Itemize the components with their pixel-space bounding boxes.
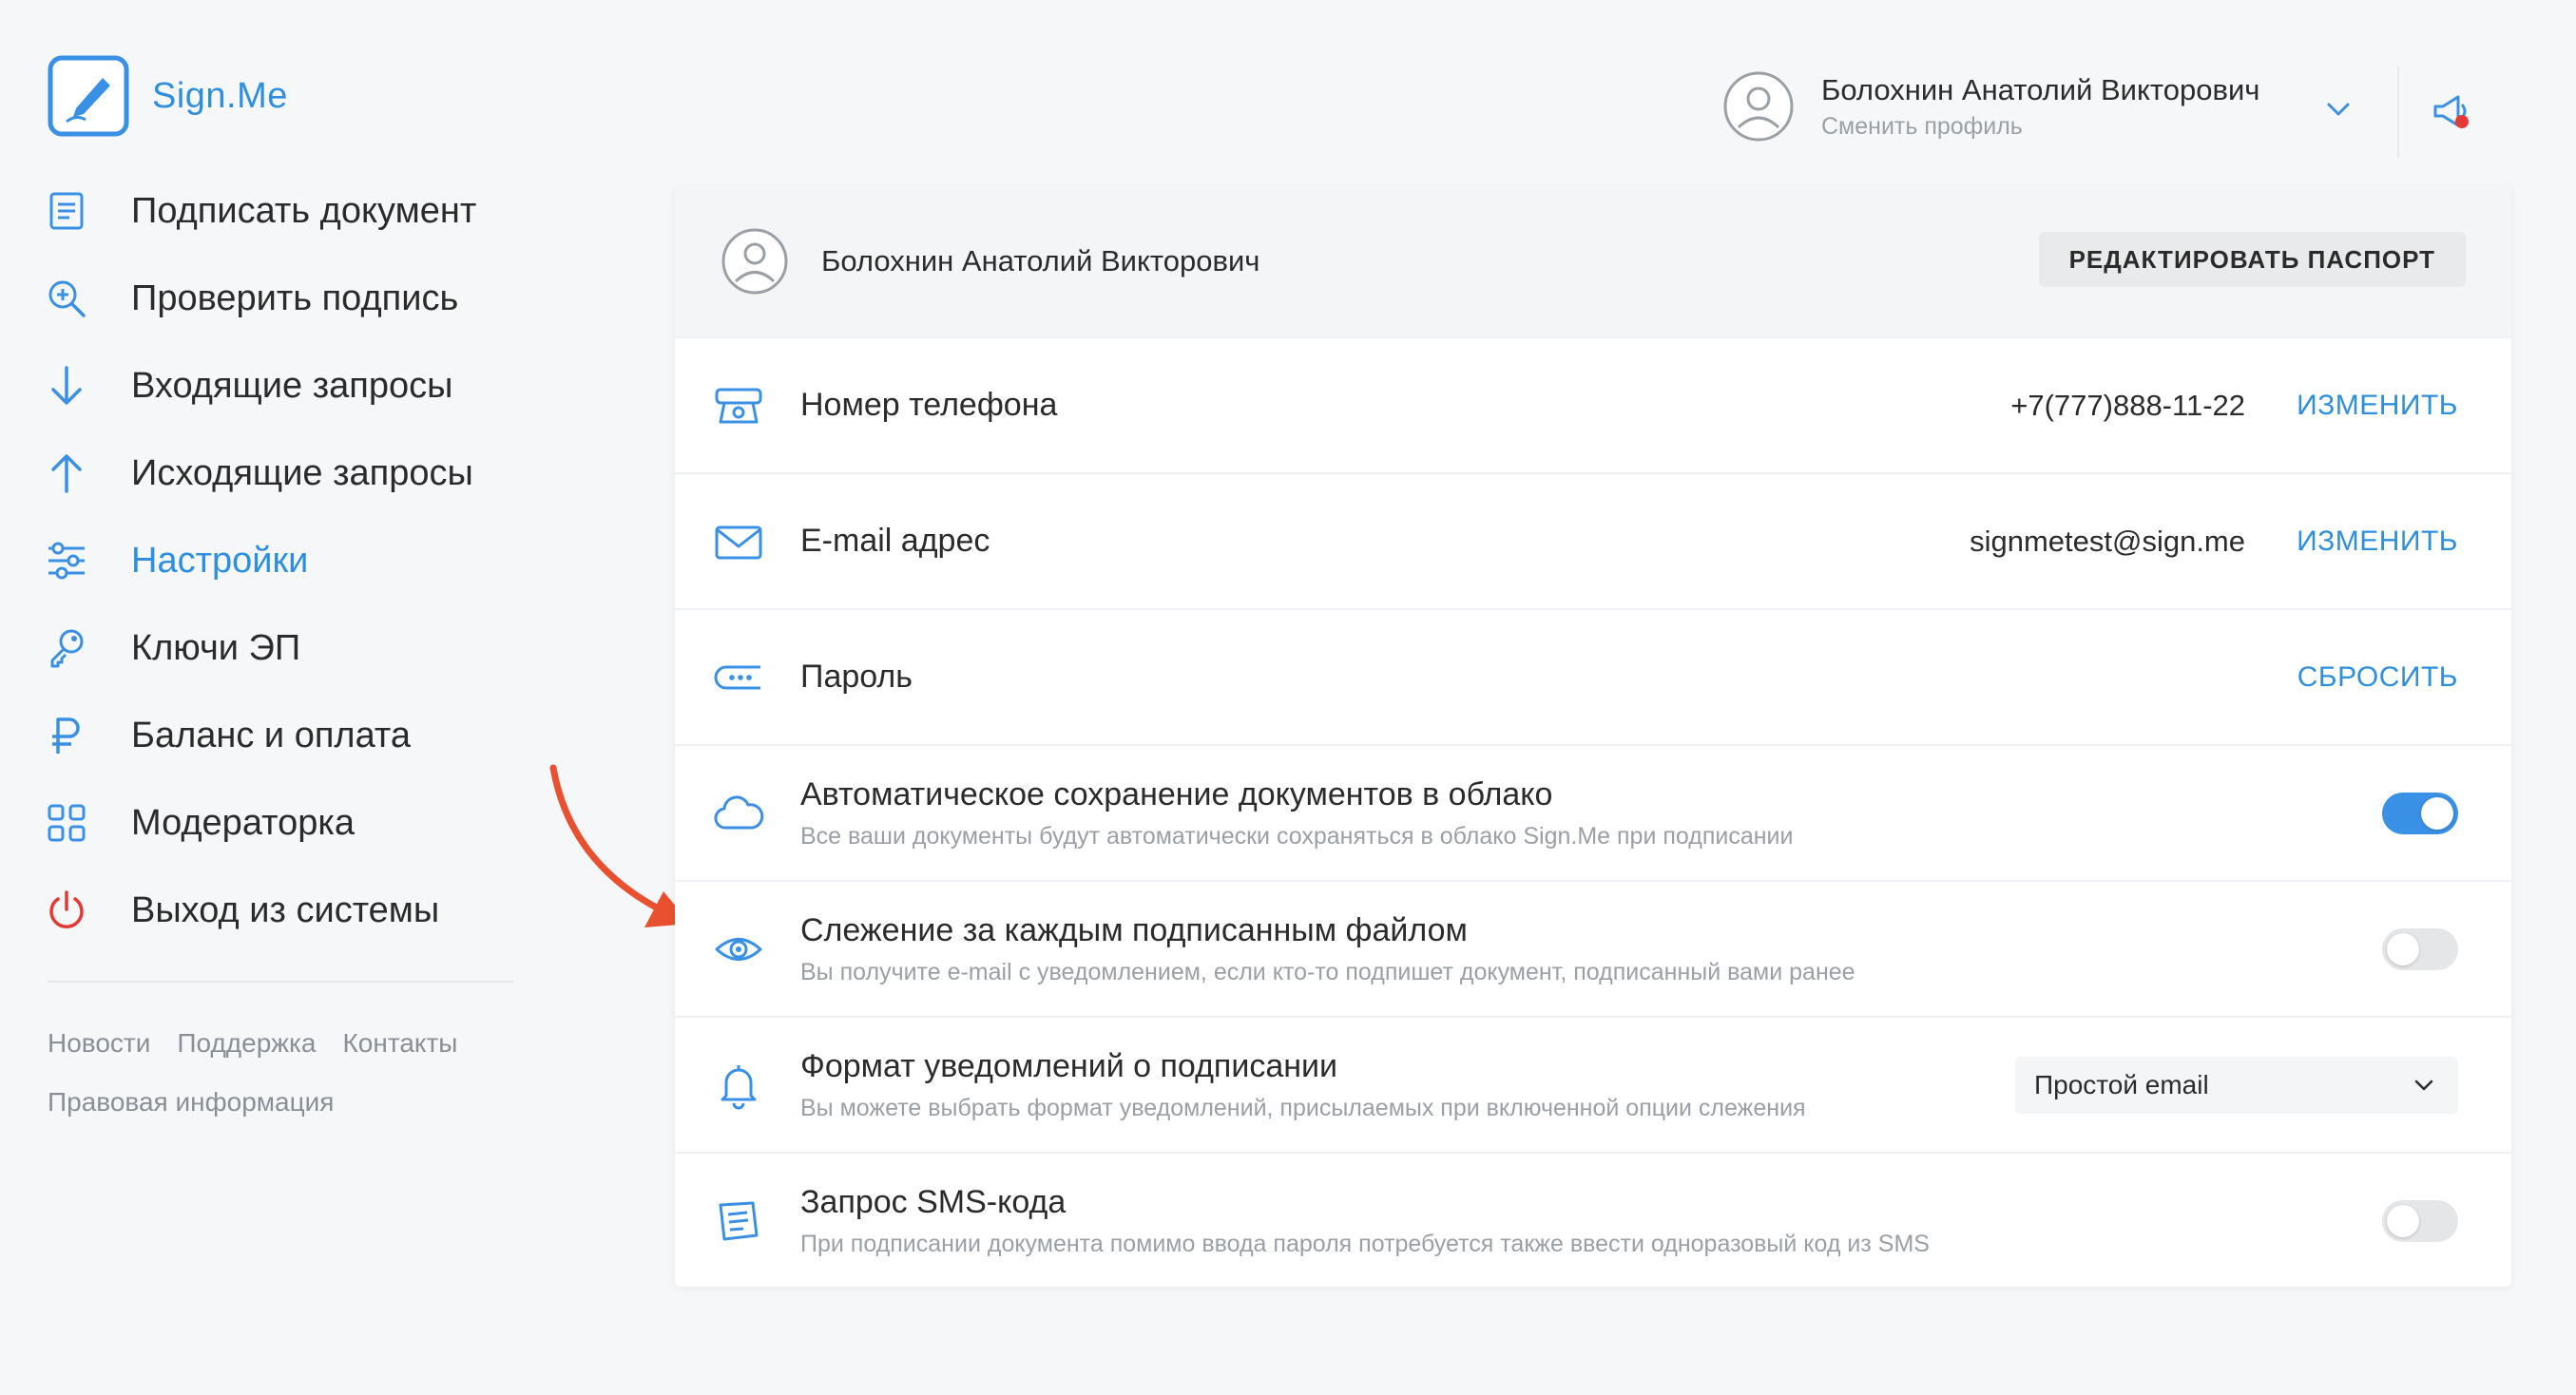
row-description: Вы получите e-mail с уведомлением, если … (800, 958, 1855, 985)
arrow-down-icon (42, 361, 91, 411)
setting-row-email: E-mail адрес signmetest@sign.me ИЗМЕНИТЬ (675, 472, 2511, 608)
avatar-icon (1723, 71, 1794, 142)
grid-icon (42, 798, 91, 848)
sms-code-toggle[interactable] (2382, 1199, 2458, 1242)
password-icon (711, 650, 766, 705)
profile-switcher[interactable]: Болохнин Анатолий Викторович Сменить про… (1722, 70, 2259, 143)
edit-passport-button[interactable]: РЕДАКТИРОВАТЬ ПАСПОРТ (2038, 232, 2466, 287)
row-description: Все ваши документы будут автоматически с… (800, 822, 1794, 850)
reset-password-button[interactable]: СБРОСИТЬ (2297, 661, 2458, 694)
logo[interactable]: Sign.Me (48, 55, 288, 137)
footer-links-row: Новости Поддержка Контакты (48, 1028, 523, 1059)
row-description: Вы можете выбрать формат уведомлений, пр… (800, 1094, 1806, 1121)
sidebar-nav: Подписать документ Проверить подпись Вхо… (42, 167, 517, 954)
row-text: Номер телефона (800, 387, 1057, 424)
sidebar-item-label: Исходящие запросы (131, 452, 473, 493)
sidebar-item-label: Проверить подпись (131, 277, 459, 318)
card-user-name: Болохнин Анатолий Викторович (821, 244, 1260, 277)
switch-profile-label[interactable]: Сменить профиль (1821, 113, 2259, 141)
search-plus-icon (42, 274, 91, 323)
sidebar-item-verify-signature[interactable]: Проверить подпись (42, 255, 517, 342)
sidebar-divider (48, 981, 513, 983)
toggle-knob (2387, 932, 2419, 965)
profile-name: Болохнин Анатолий Викторович (1821, 72, 2260, 106)
envelope-icon (711, 514, 766, 569)
toggle-knob (2421, 796, 2453, 830)
power-icon (42, 886, 91, 935)
sidebar-item-label: Модераторка (131, 802, 355, 843)
header-divider (2397, 67, 2399, 158)
sidebar-item-balance[interactable]: Баланс и оплата (42, 692, 517, 779)
row-title: Номер телефона (800, 387, 1058, 423)
row-title: Автоматическое сохранение документов в о… (800, 775, 1553, 812)
row-title: Слежение за каждым подписанным файлом (800, 911, 1468, 948)
sidebar-item-keys[interactable]: Ключи ЭП (42, 604, 517, 692)
change-phone-button[interactable]: ИЗМЕНИТЬ (2297, 390, 2458, 422)
document-icon (42, 186, 91, 236)
logo-icon (48, 55, 129, 137)
sidebar-item-logout[interactable]: Выход из системы (42, 867, 517, 954)
cloud-icon (711, 786, 766, 841)
row-text: E-mail адрес (800, 523, 990, 560)
row-text: Пароль (800, 659, 913, 696)
settings-page: Sign.Me Подписать документ Проверить под… (0, 0, 2576, 1395)
sidebar-item-outgoing-requests[interactable]: Исходящие запросы (42, 430, 517, 517)
footer-link-contacts[interactable]: Контакты (342, 1028, 457, 1059)
footer-links-row: Правовая информация (48, 1087, 523, 1118)
email-value: signmetest@sign.me (1970, 524, 2245, 558)
sliders-icon (42, 536, 91, 585)
setting-row-file-tracking: Слежение за каждым подписанным файлом Вы… (675, 880, 2511, 1016)
sidebar-item-label: Баланс и оплата (131, 715, 411, 755)
footer-link-legal[interactable]: Правовая информация (48, 1087, 334, 1118)
footer-link-support[interactable]: Поддержка (177, 1028, 316, 1059)
sidebar-item-incoming-requests[interactable]: Входящие запросы (42, 342, 517, 430)
sidebar-item-label: Выход из системы (131, 889, 440, 930)
sidebar-item-moderation[interactable]: Модераторка (42, 779, 517, 867)
chevron-down-icon (2414, 1080, 2433, 1090)
setting-row-sms-code: Запрос SMS-кода При подписании документа… (675, 1152, 2511, 1287)
sidebar-item-label: Входящие запросы (131, 365, 453, 406)
setting-row-password: Пароль СБРОСИТЬ (675, 608, 2511, 744)
row-title: Пароль (800, 659, 913, 695)
row-description: При подписании документа помимо ввода па… (800, 1230, 1930, 1257)
arrow-up-icon (42, 449, 91, 498)
sms-icon (711, 1194, 766, 1249)
avatar-icon (721, 228, 788, 295)
row-text: Запрос SMS-кода При подписании документа… (800, 1184, 1930, 1258)
chevron-down-icon[interactable] (2323, 93, 2354, 124)
footer-links: Новости Поддержка Контакты Правовая инфо… (48, 1028, 523, 1146)
row-text: Формат уведомлений о подписании Вы может… (800, 1048, 1806, 1122)
row-title: Формат уведомлений о подписании (800, 1047, 1337, 1084)
row-title: E-mail адрес (800, 523, 990, 559)
eye-icon (711, 922, 766, 977)
profile-text: Болохнин Анатолий Викторович Сменить про… (1821, 73, 2259, 141)
row-text: Автоматическое сохранение документов в о… (800, 776, 1793, 850)
sidebar-item-sign-document[interactable]: Подписать документ (42, 167, 517, 255)
toggle-knob (2387, 1204, 2419, 1237)
key-icon (42, 623, 91, 673)
cloud-autosave-toggle[interactable] (2382, 792, 2458, 834)
setting-row-notification-format: Формат уведомлений о подписании Вы может… (675, 1016, 2511, 1152)
row-text: Слежение за каждым подписанным файлом Вы… (800, 912, 1855, 986)
row-title: Запрос SMS-кода (800, 1183, 1067, 1220)
phone-value: +7(777)888-11-22 (2010, 388, 2245, 422)
sidebar-item-settings[interactable]: Настройки (42, 517, 517, 604)
settings-card: Болохнин Анатолий Викторович РЕДАКТИРОВА… (675, 186, 2511, 1287)
notification-format-select[interactable]: Простой email (2015, 1056, 2458, 1114)
footer-link-news[interactable]: Новости (48, 1028, 150, 1059)
change-email-button[interactable]: ИЗМЕНИТЬ (2297, 526, 2458, 558)
select-value: Простой email (2034, 1069, 2209, 1099)
sidebar-item-label: Ключи ЭП (131, 627, 301, 668)
bell-icon (711, 1058, 766, 1113)
megaphone-icon[interactable] (2430, 89, 2473, 133)
file-tracking-toggle[interactable] (2382, 927, 2458, 970)
ruble-icon (42, 711, 91, 760)
setting-row-phone: Номер телефона +7(777)888-11-22 ИЗМЕНИТЬ (675, 336, 2511, 472)
card-header: Болохнин Анатолий Викторович РЕДАКТИРОВА… (675, 186, 2511, 336)
phone-icon (711, 378, 766, 433)
brand-name: Sign.Me (152, 75, 288, 116)
sidebar-item-label: Подписать документ (131, 190, 477, 231)
setting-row-cloud-autosave: Автоматическое сохранение документов в о… (675, 744, 2511, 880)
sidebar-item-label: Настройки (131, 540, 309, 581)
